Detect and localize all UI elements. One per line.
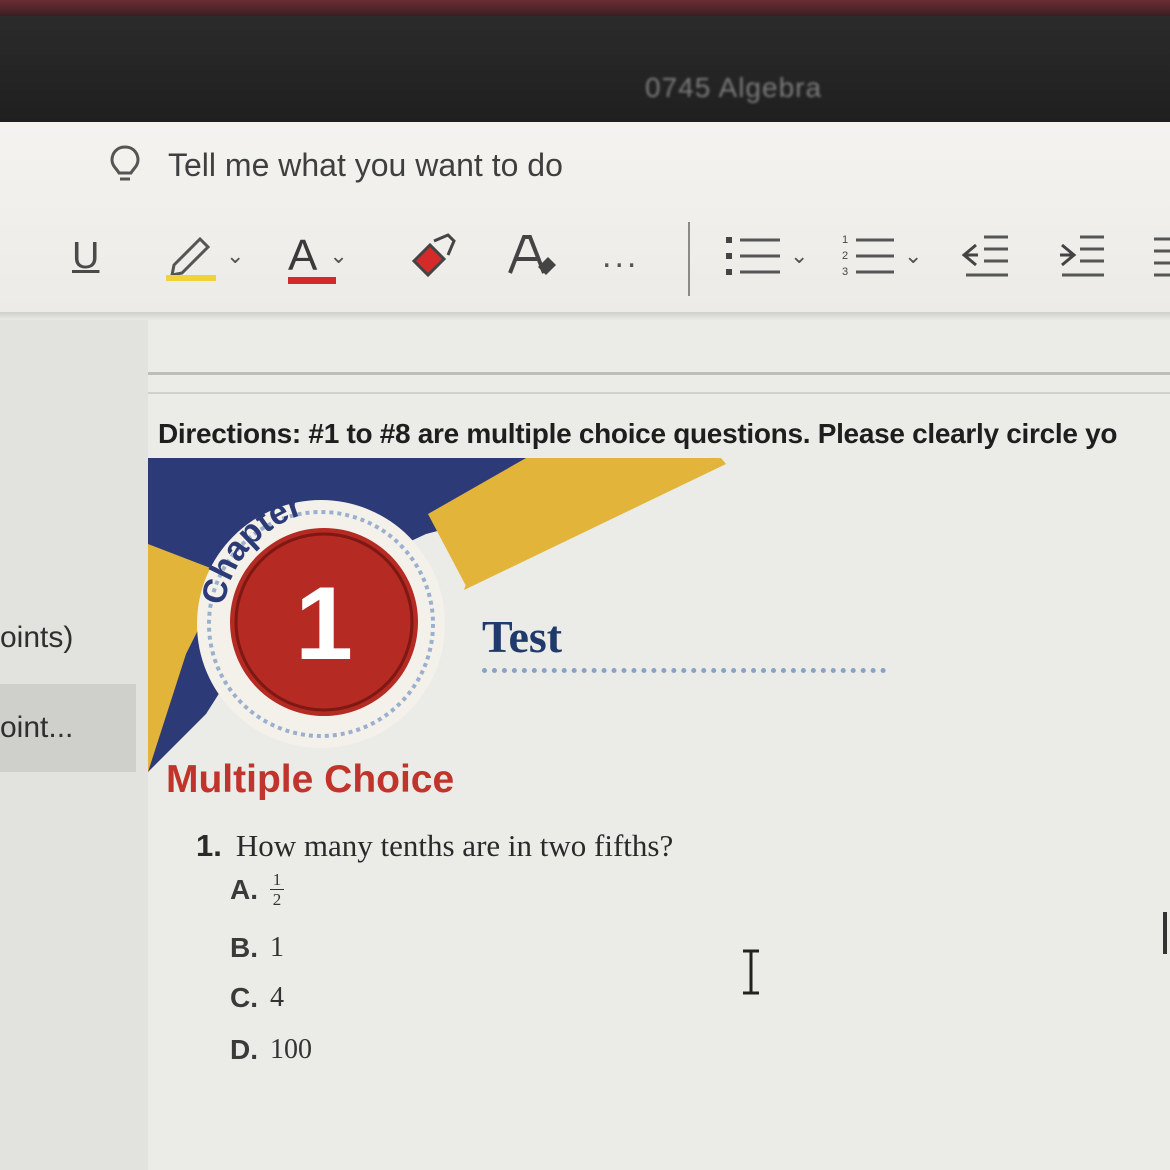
option-letter: C. (230, 982, 258, 1013)
tell-me-search[interactable]: Tell me what you want to do (108, 140, 563, 190)
chevron-down-icon[interactable]: ⌄ (790, 243, 808, 269)
svg-text:3: 3 (842, 266, 848, 278)
paintbrush-icon (411, 233, 456, 278)
section-heading: Multiple Choice (166, 758, 455, 801)
bullets-button[interactable]: ⌄ (724, 226, 808, 286)
lightbulb-icon (110, 145, 140, 181)
text-effects-button[interactable] (506, 226, 560, 286)
answer-option-b: B. 1 (230, 932, 284, 964)
fraction-denominator: 2 (272, 890, 282, 909)
document-title: 0745 Algebra (645, 72, 823, 103)
monitor-bezel (0, 0, 1170, 16)
font-color-label: A (288, 234, 336, 284)
fraction-numerator: 1 (272, 870, 282, 889)
chevron-down-icon[interactable]: ⌄ (904, 243, 922, 269)
svg-text:2: 2 (842, 250, 848, 262)
page-edge-line (148, 372, 1170, 375)
question: 1. How many tenths are in two fifths? (196, 828, 673, 864)
option-letter: A. (230, 873, 258, 905)
format-painter-button[interactable] (408, 226, 458, 286)
clear-formatting-icon (508, 235, 556, 275)
test-dotted-underline (482, 668, 886, 673)
font-color-bar (288, 277, 336, 284)
option-value: 100 (270, 1034, 312, 1065)
underline-button[interactable]: U (72, 226, 99, 286)
option-value: 1 (270, 932, 284, 963)
sidebar-item-selected[interactable]: oint... (0, 684, 136, 772)
align-button[interactable] (1150, 226, 1170, 286)
font-color-button[interactable]: A ⌄ (288, 226, 348, 286)
decrease-indent-button[interactable] (960, 226, 1012, 286)
answer-option-a: A. 1 2 (230, 870, 284, 909)
increase-indent-button[interactable] (1056, 226, 1108, 286)
highlighter-icon (166, 236, 216, 281)
underline-label: U (72, 234, 100, 277)
decrease-indent-icon (961, 235, 1008, 277)
increase-indent-icon (1060, 235, 1104, 277)
option-value: 4 (270, 982, 284, 1013)
svg-text:1: 1 (842, 234, 848, 246)
option-letter: D. (230, 1034, 258, 1065)
toolbar-separator (688, 222, 690, 296)
bullet-list-icon (726, 237, 780, 275)
numbered-list-icon: 1 2 3 (842, 234, 894, 278)
fraction: 1 2 (270, 870, 284, 909)
text-cursor-icon (743, 949, 759, 995)
answer-option-c: C. 4 (230, 982, 284, 1014)
highlight-button[interactable]: ⌄ (164, 226, 244, 286)
align-icon (1154, 237, 1170, 277)
question-text: How many tenths are in two fifths? (235, 828, 674, 863)
title-bar: 0745 Algebra (0, 16, 1170, 122)
more-label: ... (602, 236, 640, 275)
ribbon-shadow (0, 312, 1170, 320)
chapter-number: 1 (295, 566, 353, 682)
numbering-button[interactable]: 1 2 3 ⌄ (842, 226, 922, 286)
tell-me-text: Tell me what you want to do (168, 146, 563, 183)
chapter-banner-graphic: 1 Chapter (148, 458, 726, 772)
option-letter: B. (230, 932, 258, 963)
answer-option-d: D. 100 (230, 1034, 312, 1066)
chevron-down-icon[interactable]: ⌄ (329, 243, 347, 269)
more-button[interactable]: ... (602, 226, 639, 286)
chevron-down-icon[interactable]: ⌄ (226, 243, 244, 269)
page-edge-line (148, 392, 1170, 394)
directions-text: Directions: #1 to #8 are multiple choice… (158, 418, 1118, 449)
question-number: 1. (196, 828, 222, 863)
page-boundary-mark (1163, 912, 1167, 954)
sidebar-item[interactable]: oints) (0, 600, 140, 676)
test-title: Test (482, 611, 563, 662)
